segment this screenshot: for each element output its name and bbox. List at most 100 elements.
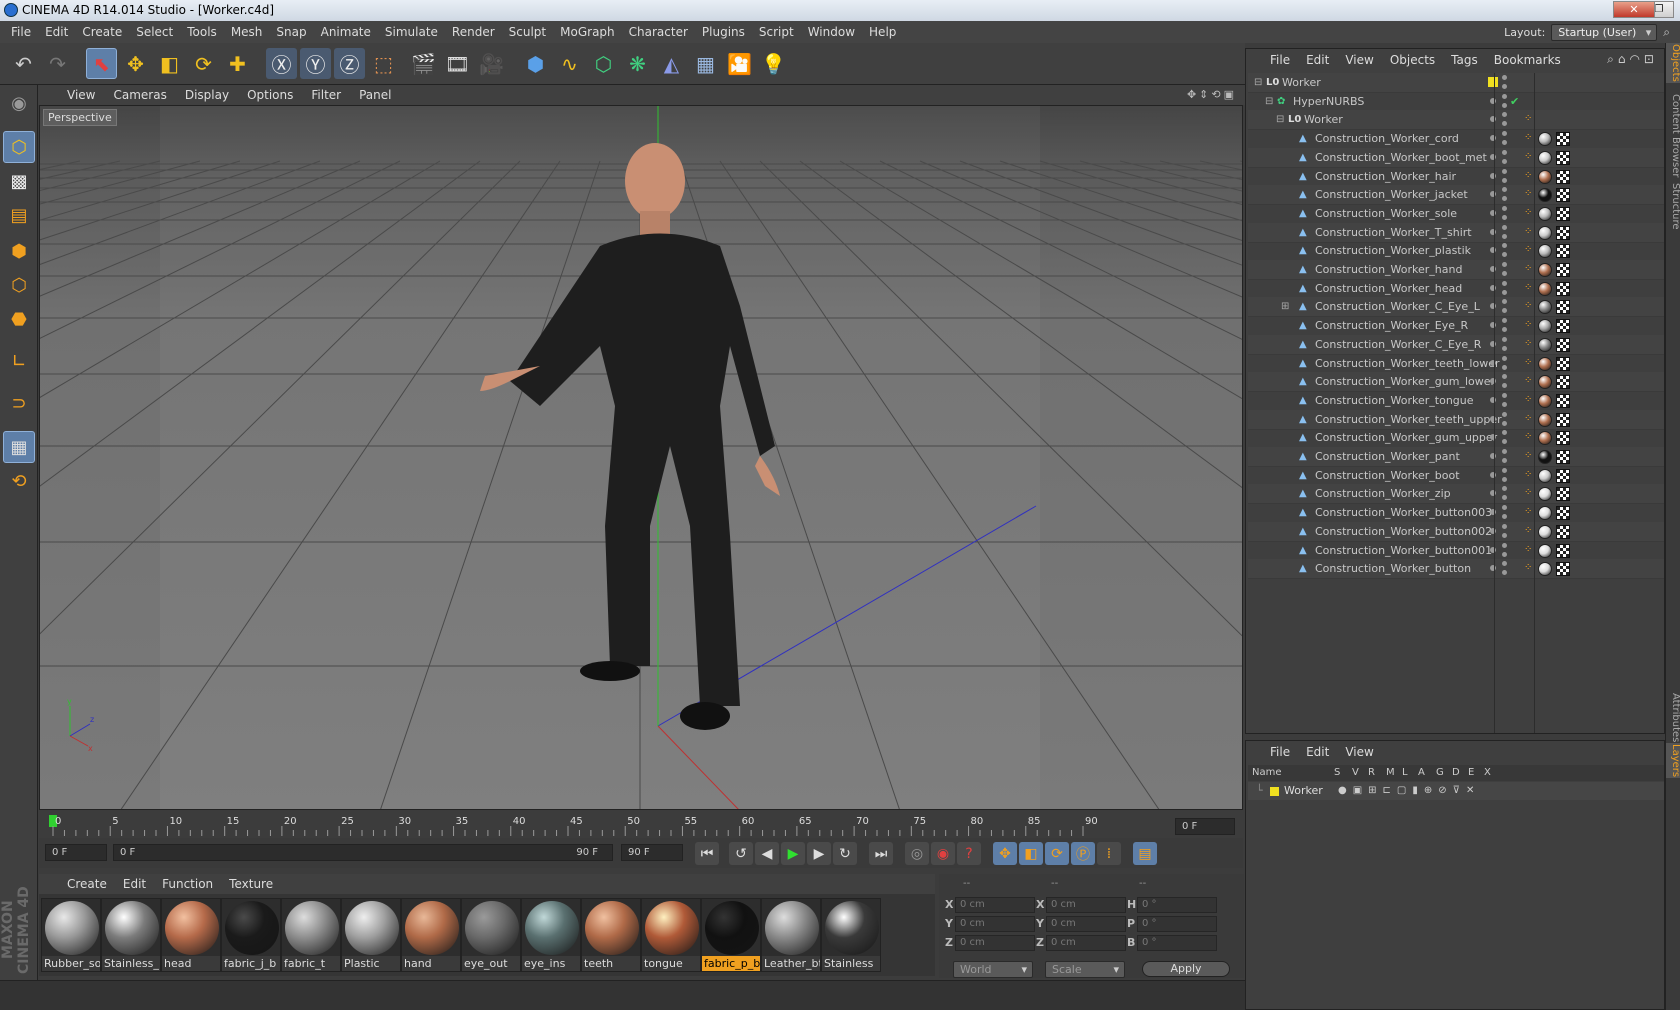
object-row[interactable]: ▲ Construction_Worker_hair ⁘ (1248, 167, 1664, 187)
layer-menu-edit[interactable]: Edit (1298, 745, 1337, 759)
layer-column-v[interactable]: V (1352, 765, 1359, 781)
editor-visibility-dot[interactable] (1490, 322, 1496, 329)
timeline-ruler[interactable]: 0 5 10 15 20 25 30 35 40 45 50 55 60 65 70 75 80 85 90 0 F (39, 812, 1243, 838)
object-row[interactable]: ⊞ ▲ Construction_Worker_C_Eye_L ⁘ (1248, 297, 1664, 318)
phong-tag-icon[interactable]: ⁘ (1524, 264, 1534, 274)
texture-tag-icon[interactable] (1556, 169, 1570, 184)
undo-icon[interactable]: ↶ (8, 48, 39, 79)
polygons-mode-icon[interactable]: ⬣ (3, 303, 35, 335)
object-menu-file[interactable]: File (1262, 53, 1298, 67)
editor-visibility-dot[interactable] (1490, 172, 1496, 179)
layer-column-d[interactable]: D (1452, 765, 1460, 781)
render-visibility-dot[interactable] (1502, 420, 1507, 426)
material-tag-icon[interactable] (1538, 300, 1552, 315)
phong-tag-icon[interactable]: ⁘ (1524, 544, 1534, 555)
menu-render[interactable]: Render (445, 21, 502, 43)
object-row[interactable]: ▲ Construction_Worker_teeth_lower ⁘ (1248, 354, 1664, 374)
object-row[interactable]: ⊟ ✿ HyperNURBS ✔ (1248, 92, 1664, 112)
material-rubber-so[interactable]: Rubber_so (41, 898, 101, 972)
texture-tag-icon[interactable] (1556, 337, 1570, 352)
render-visibility-dot[interactable] (1502, 364, 1507, 370)
object-row[interactable]: ▲ Construction_Worker_plastik ⁘ (1248, 241, 1664, 262)
material-tag-icon[interactable] (1538, 450, 1552, 464)
material-tongue[interactable]: tongue (641, 898, 701, 972)
phong-tag-icon[interactable]: ⁘ (1524, 413, 1534, 424)
material-tag-icon[interactable] (1538, 244, 1552, 259)
side-tab-attributes[interactable]: Attributes (1666, 693, 1680, 742)
render-visibility-dot[interactable] (1502, 532, 1507, 538)
object-name[interactable]: Construction_Worker_jacket (1315, 185, 1468, 205)
render-picture-viewer-icon[interactable]: 🎞 (442, 48, 473, 79)
render-visibility-dot[interactable] (1502, 252, 1507, 258)
size-mode-dropdown[interactable]: Scale (1045, 961, 1125, 978)
coord-value-field[interactable]: 0 cm (955, 916, 1035, 932)
texture-tag-icon[interactable] (1556, 244, 1570, 259)
object-row[interactable]: ▲ Construction_Worker_T_shirt ⁘ (1248, 222, 1664, 243)
render-visibility-dot[interactable] (1502, 112, 1507, 118)
render-visibility-dot[interactable] (1502, 345, 1507, 351)
camera-icon[interactable]: 🎦 (724, 48, 755, 79)
autokey-icon[interactable]: ◉ (931, 842, 955, 865)
redo-icon[interactable]: ↷ (42, 48, 73, 79)
texture-tag-icon[interactable] (1556, 543, 1570, 558)
material-tag-icon[interactable] (1538, 562, 1552, 577)
layer-menu-file[interactable]: File (1262, 745, 1298, 759)
texture-tag-icon[interactable] (1556, 319, 1570, 334)
phong-tag-icon[interactable]: ⁘ (1524, 357, 1534, 368)
object-row[interactable]: ▲ Construction_Worker_head ⁘ (1248, 279, 1664, 299)
object-row[interactable]: ▲ Construction_Worker_button003 ⁘ (1248, 503, 1664, 524)
texture-tag-icon[interactable] (1556, 206, 1570, 221)
render-visibility-dot[interactable] (1502, 439, 1507, 445)
object-row[interactable]: ▲ Construction_Worker_jacket ⁘ (1248, 185, 1664, 206)
object-name[interactable]: Construction_Worker_gum_upper (1315, 428, 1497, 448)
material-menu-function[interactable]: Function (154, 877, 221, 891)
menu-help[interactable]: Help (862, 21, 903, 43)
render-visibility-dot[interactable] (1502, 523, 1507, 529)
render-visibility-dot[interactable] (1502, 514, 1507, 520)
next-frame-icon[interactable]: ▶ (807, 842, 831, 865)
make-editable-icon[interactable]: ◉ (3, 87, 35, 119)
render-visibility-dot[interactable] (1502, 102, 1507, 108)
texture-tag-icon[interactable] (1556, 188, 1570, 203)
phong-tag-icon[interactable]: ⁘ (1524, 432, 1534, 442)
texture-tag-icon[interactable] (1556, 132, 1570, 147)
z-axis-lock-icon[interactable]: Ⓩ (334, 48, 365, 79)
editor-visibility-dot[interactable] (1490, 453, 1496, 459)
coord-value-field[interactable]: 0 ° (1137, 935, 1217, 951)
material-fabric-p-b[interactable]: fabric_p_b (701, 898, 761, 972)
scheme-icon[interactable]: ▤ (1133, 842, 1157, 865)
play-icon[interactable]: ▶ (781, 842, 805, 865)
object-row[interactable]: ▲ Construction_Worker_cord ⁘ (1248, 129, 1664, 150)
tree-expand-icon[interactable]: ⊟ (1276, 110, 1284, 130)
object-name[interactable]: HyperNURBS (1293, 92, 1364, 112)
point-level-animation-icon[interactable]: ⁞ (1097, 842, 1121, 865)
object-name[interactable]: Construction_Worker_cord (1315, 129, 1459, 149)
material-eye-ins[interactable]: eye_ins (521, 898, 581, 972)
object-name[interactable]: Construction_Worker_head (1315, 279, 1462, 299)
layer-column-s[interactable]: S (1334, 765, 1340, 781)
render-visibility-dot[interactable] (1502, 570, 1507, 576)
viewport-menu-panel[interactable]: Panel (350, 88, 400, 102)
perspective-viewport[interactable]: y z x Perspective (39, 105, 1243, 810)
texture-tag-icon[interactable] (1556, 300, 1570, 315)
menu-sculpt[interactable]: Sculpt (502, 21, 553, 43)
phong-tag-icon[interactable]: ⁘ (1524, 394, 1534, 405)
side-tab-structure[interactable]: Structure (1666, 183, 1680, 230)
x-axis-lock-icon[interactable]: Ⓧ (266, 48, 297, 79)
layer-column-a[interactable]: A (1418, 765, 1425, 781)
material-tag-icon[interactable] (1538, 487, 1552, 502)
y-axis-lock-icon[interactable]: Ⓨ (300, 48, 331, 79)
render-settings-icon[interactable]: 🎥 (476, 48, 507, 79)
keyframe-selection-icon[interactable]: ? (957, 842, 981, 865)
texture-tag-icon[interactable] (1556, 356, 1570, 371)
layer-column-name[interactable]: Name (1252, 765, 1282, 781)
object-row[interactable]: ▲ Construction_Worker_hand ⁘ (1248, 260, 1664, 280)
render-visibility-dot[interactable] (1502, 121, 1507, 127)
viewport-navigation-icons[interactable]: ✥⇕⟲▣ (1187, 88, 1237, 101)
close-button[interactable]: ✕ (1613, 1, 1655, 18)
material-tag-icon[interactable] (1538, 431, 1552, 446)
object-menu-tags[interactable]: Tags (1443, 53, 1486, 67)
render-visibility-dot[interactable] (1502, 458, 1507, 463)
layer-flag-icons[interactable]: ●▣⊞⊏▢▮⊕⊘⊽✕ (1338, 782, 1480, 800)
object-name[interactable]: Construction_Worker_C_Eye_R (1315, 335, 1481, 355)
